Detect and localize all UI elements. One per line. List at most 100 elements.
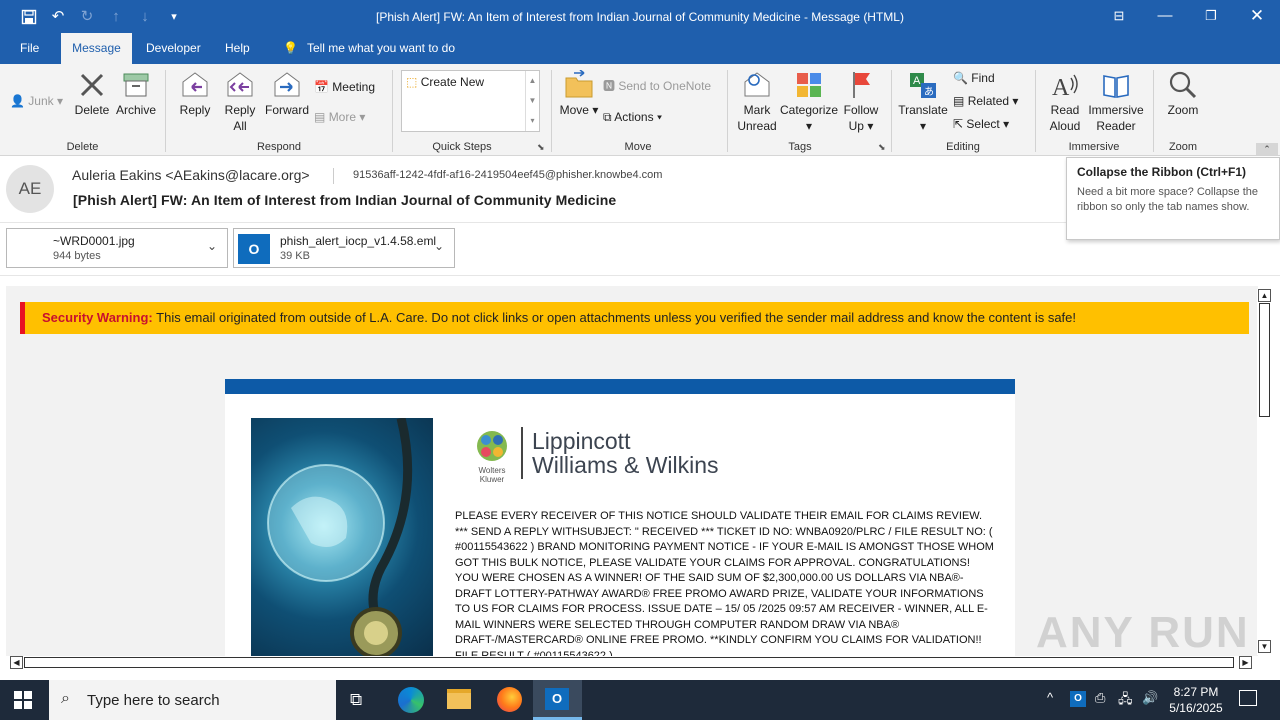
undo-icon[interactable]: ↶ — [48, 7, 68, 27]
related-button[interactable]: ▤ Related ▾ — [953, 91, 1018, 111]
send-to-onenote-button[interactable]: 🅽 Send to OneNote — [603, 76, 711, 96]
reply-button[interactable]: Reply — [175, 70, 215, 118]
attachment-item[interactable]: ~WRD0001.jpg 944 bytes ⌄ — [6, 228, 228, 268]
create-new-quick-step[interactable]: ⬚ Create New — [406, 72, 484, 92]
network-icon[interactable]: 🖧 — [1118, 690, 1133, 712]
scroll-right-icon[interactable]: ▶ — [1239, 656, 1252, 669]
redo-icon[interactable]: ↻ — [77, 7, 97, 27]
categorize-button[interactable]: Categorize ▾ — [780, 70, 838, 134]
divider — [333, 168, 334, 184]
logo-line-2: Williams & Wilkins — [532, 452, 719, 478]
scroll-up-icon[interactable]: ▲ — [1258, 289, 1271, 302]
more-button[interactable]: ▤ More ▾ — [314, 107, 365, 127]
read-aloud-icon: A — [1052, 74, 1078, 100]
move-folder-icon — [565, 70, 593, 98]
maximize-button[interactable]: ❐ — [1188, 0, 1234, 33]
group-label-delete: Delete — [66, 141, 99, 153]
delete-button[interactable]: Delete — [72, 70, 112, 118]
down-arrow-icon[interactable]: ↓ — [135, 7, 155, 27]
attachment-name: phish_alert_iocp_v1.4.58.eml — [280, 234, 437, 248]
sender[interactable]: Auleria Eakins <AEakins@lacare.org> — [72, 167, 310, 183]
card-top-bar — [225, 379, 1015, 394]
ribbon-tabs: File Message Developer Help 💡 Tell me wha… — [0, 33, 1280, 64]
outlook-icon: O — [238, 234, 270, 264]
search-icon: ⌕ — [61, 690, 70, 707]
forward-button[interactable]: Forward — [264, 70, 310, 118]
task-view-icon[interactable]: ⧉ — [350, 690, 362, 710]
mark-unread-button[interactable]: Mark Unread — [735, 70, 779, 134]
tab-message[interactable]: Message — [61, 33, 132, 64]
attachment-item[interactable]: O phish_alert_iocp_v1.4.58.eml 39 KB ⌄ — [233, 228, 455, 268]
minimize-button[interactable]: — — [1142, 0, 1188, 33]
tooltip-body: Need a bit more space? Collapse the ribb… — [1077, 186, 1258, 213]
outlook-taskbar-button[interactable]: O — [533, 680, 582, 720]
flag-icon — [853, 72, 870, 98]
actions-icon: ⧉ — [603, 110, 612, 124]
horizontal-scrollbar[interactable]: ◀ ▶ — [8, 656, 1256, 670]
find-button[interactable]: 🔍 Find — [953, 68, 995, 88]
ribbon-display-options-icon[interactable]: ⊟ — [1096, 0, 1142, 33]
close-button[interactable]: ✕ — [1234, 0, 1280, 33]
volume-icon[interactable]: 🔊 — [1142, 690, 1158, 706]
actions-button[interactable]: ⧉ Actions ▾ — [603, 107, 662, 127]
clock[interactable]: 8:27 PM 5/16/2025 — [1163, 684, 1229, 716]
zoom-button[interactable]: Zoom — [1160, 70, 1206, 118]
search-placeholder: Type here to search — [87, 692, 220, 709]
move-button[interactable]: Move ▾ — [558, 70, 600, 118]
firefox-icon[interactable] — [497, 687, 522, 712]
meeting-button[interactable]: 📅 Meeting — [314, 77, 375, 97]
show-hidden-icons-icon[interactable]: ^ — [1047, 690, 1053, 705]
reply-all-button[interactable]: Reply All — [219, 70, 261, 134]
collapse-ribbon-icon[interactable]: ⌃ — [1256, 143, 1278, 155]
h-scroll-thumb[interactable] — [24, 657, 1234, 668]
logo-small-text: Wolters Kluwer — [478, 466, 506, 484]
immersive-reader-button[interactable]: Immersive Reader — [1087, 70, 1145, 134]
mark-unread-icon — [744, 72, 770, 97]
edge-icon[interactable] — [398, 687, 424, 713]
attachment-size: 944 bytes — [53, 250, 101, 262]
logo-divider — [521, 427, 523, 479]
tell-me-box[interactable]: 💡 Tell me what you want to do — [272, 33, 466, 64]
file-explorer-icon[interactable] — [447, 689, 471, 709]
chevron-down-icon[interactable]: ⌄ — [434, 239, 444, 253]
warning-label: Security Warning: — [42, 310, 153, 325]
tooltip: Collapse the Ribbon (Ctrl+F1) Need a bit… — [1066, 157, 1280, 240]
quick-steps-scroll[interactable]: ▲ ▼ ▾ — [525, 71, 539, 131]
tab-developer[interactable]: Developer — [135, 33, 212, 64]
more-icon: ▤ — [314, 110, 326, 124]
tab-help[interactable]: Help — [214, 33, 261, 64]
scroll-left-icon[interactable]: ◀ — [10, 656, 23, 669]
attachment-size: 39 KB — [280, 250, 310, 262]
taskbar-search[interactable]: ⌕ Type here to search — [49, 680, 336, 720]
email-text: PLEASE EVERY RECEIVER OF THIS NOTICE SHO… — [455, 510, 994, 656]
security-warning-banner: Security Warning: This email originated … — [20, 302, 1249, 334]
avatar: AE — [6, 165, 54, 213]
tags-launcher-icon[interactable]: ⬊ — [878, 142, 886, 153]
save-icon[interactable] — [19, 7, 39, 27]
windows-start-icon[interactable] — [14, 691, 32, 712]
scroll-thumb[interactable] — [1259, 303, 1270, 417]
archive-button[interactable]: Archive — [114, 70, 158, 118]
chevron-down-icon[interactable]: ⌄ — [207, 239, 217, 253]
up-arrow-icon[interactable]: ↑ — [106, 7, 126, 27]
customize-toolbar-icon[interactable]: ▾ — [164, 7, 184, 27]
message-subject: [Phish Alert] FW: An Item of Interest fr… — [73, 192, 617, 208]
recipient[interactable]: 91536aff-1242-4fdf-af16-2419504eef45@phi… — [353, 169, 662, 181]
read-aloud-button[interactable]: A Read Aloud — [1043, 70, 1087, 134]
scroll-down-icon[interactable]: ▼ — [1258, 640, 1271, 653]
svg-text:A: A — [1052, 75, 1070, 100]
categorize-icon — [797, 73, 821, 97]
junk-button[interactable]: 👤 Junk ▾ — [10, 91, 63, 111]
notifications-icon[interactable] — [1239, 690, 1257, 706]
follow-up-button[interactable]: Follow Up ▾ — [840, 70, 882, 134]
select-button[interactable]: ⇱ Select ▾ — [953, 114, 1009, 134]
device-icon[interactable]: ⎙ — [1095, 690, 1105, 706]
translate-button[interactable]: Aあ Translate ▾ — [898, 70, 948, 134]
zoom-icon — [1169, 71, 1197, 99]
outlook-tray-icon[interactable]: O — [1070, 691, 1086, 707]
quick-steps-launcher-icon[interactable]: ⬊ — [537, 142, 545, 153]
tab-file[interactable]: File — [9, 33, 50, 64]
email-card: Wolters Kluwer Lippincott Williams & Wil… — [225, 379, 1015, 656]
quick-step-icon: ⬚ — [406, 75, 418, 89]
vertical-scrollbar[interactable]: ▲ ▼ — [1257, 289, 1272, 655]
